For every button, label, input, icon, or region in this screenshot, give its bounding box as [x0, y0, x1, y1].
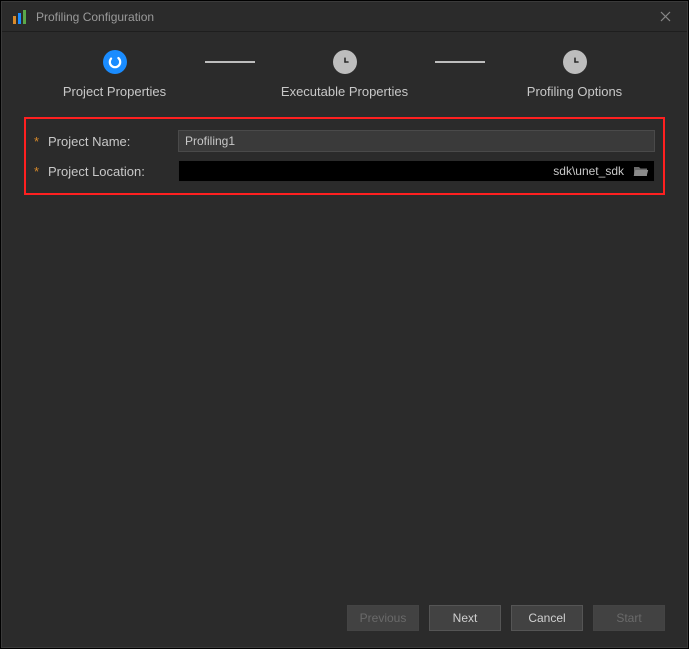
required-mark: * [34, 164, 48, 179]
project-location-input[interactable]: sdk\unet_sdk [179, 161, 628, 181]
project-location-field: sdk\unet_sdk [178, 160, 655, 182]
location-visible-text: sdk\unet_sdk [553, 164, 624, 178]
spinner-icon [103, 50, 127, 74]
required-mark: * [34, 134, 48, 149]
project-name-label: Project Name: [48, 134, 178, 149]
highlighted-region: * Project Name: * Project Location: sdk\… [24, 117, 665, 195]
project-location-row: * Project Location: sdk\unet_sdk [34, 159, 655, 183]
clock-icon [333, 50, 357, 74]
clock-icon [563, 50, 587, 74]
step-label: Project Properties [63, 84, 166, 99]
browse-folder-button[interactable] [632, 163, 650, 179]
titlebar: Profiling Configuration [2, 2, 687, 32]
dialog-title: Profiling Configuration [36, 10, 653, 24]
button-bar: Previous Next Cancel Start [2, 593, 687, 647]
previous-button[interactable]: Previous [347, 605, 419, 631]
step-project-properties[interactable]: Project Properties [25, 50, 205, 99]
step-label: Profiling Options [527, 84, 622, 99]
step-profiling-options[interactable]: Profiling Options [485, 50, 665, 99]
step-connector [205, 61, 255, 63]
profiling-config-dialog: Profiling Configuration Project Properti… [1, 1, 688, 648]
form-content: * Project Name: * Project Location: sdk\… [2, 109, 687, 593]
start-button[interactable]: Start [593, 605, 665, 631]
project-name-row: * Project Name: [34, 129, 655, 153]
next-button[interactable]: Next [429, 605, 501, 631]
close-button[interactable] [653, 5, 677, 29]
step-executable-properties[interactable]: Executable Properties [255, 50, 435, 99]
app-icon [12, 9, 28, 25]
project-name-input[interactable] [178, 130, 655, 152]
step-connector [435, 61, 485, 63]
wizard-stepper: Project Properties Executable Properties [2, 32, 687, 109]
step-label: Executable Properties [281, 84, 408, 99]
project-location-label: Project Location: [48, 164, 178, 179]
cancel-button[interactable]: Cancel [511, 605, 583, 631]
